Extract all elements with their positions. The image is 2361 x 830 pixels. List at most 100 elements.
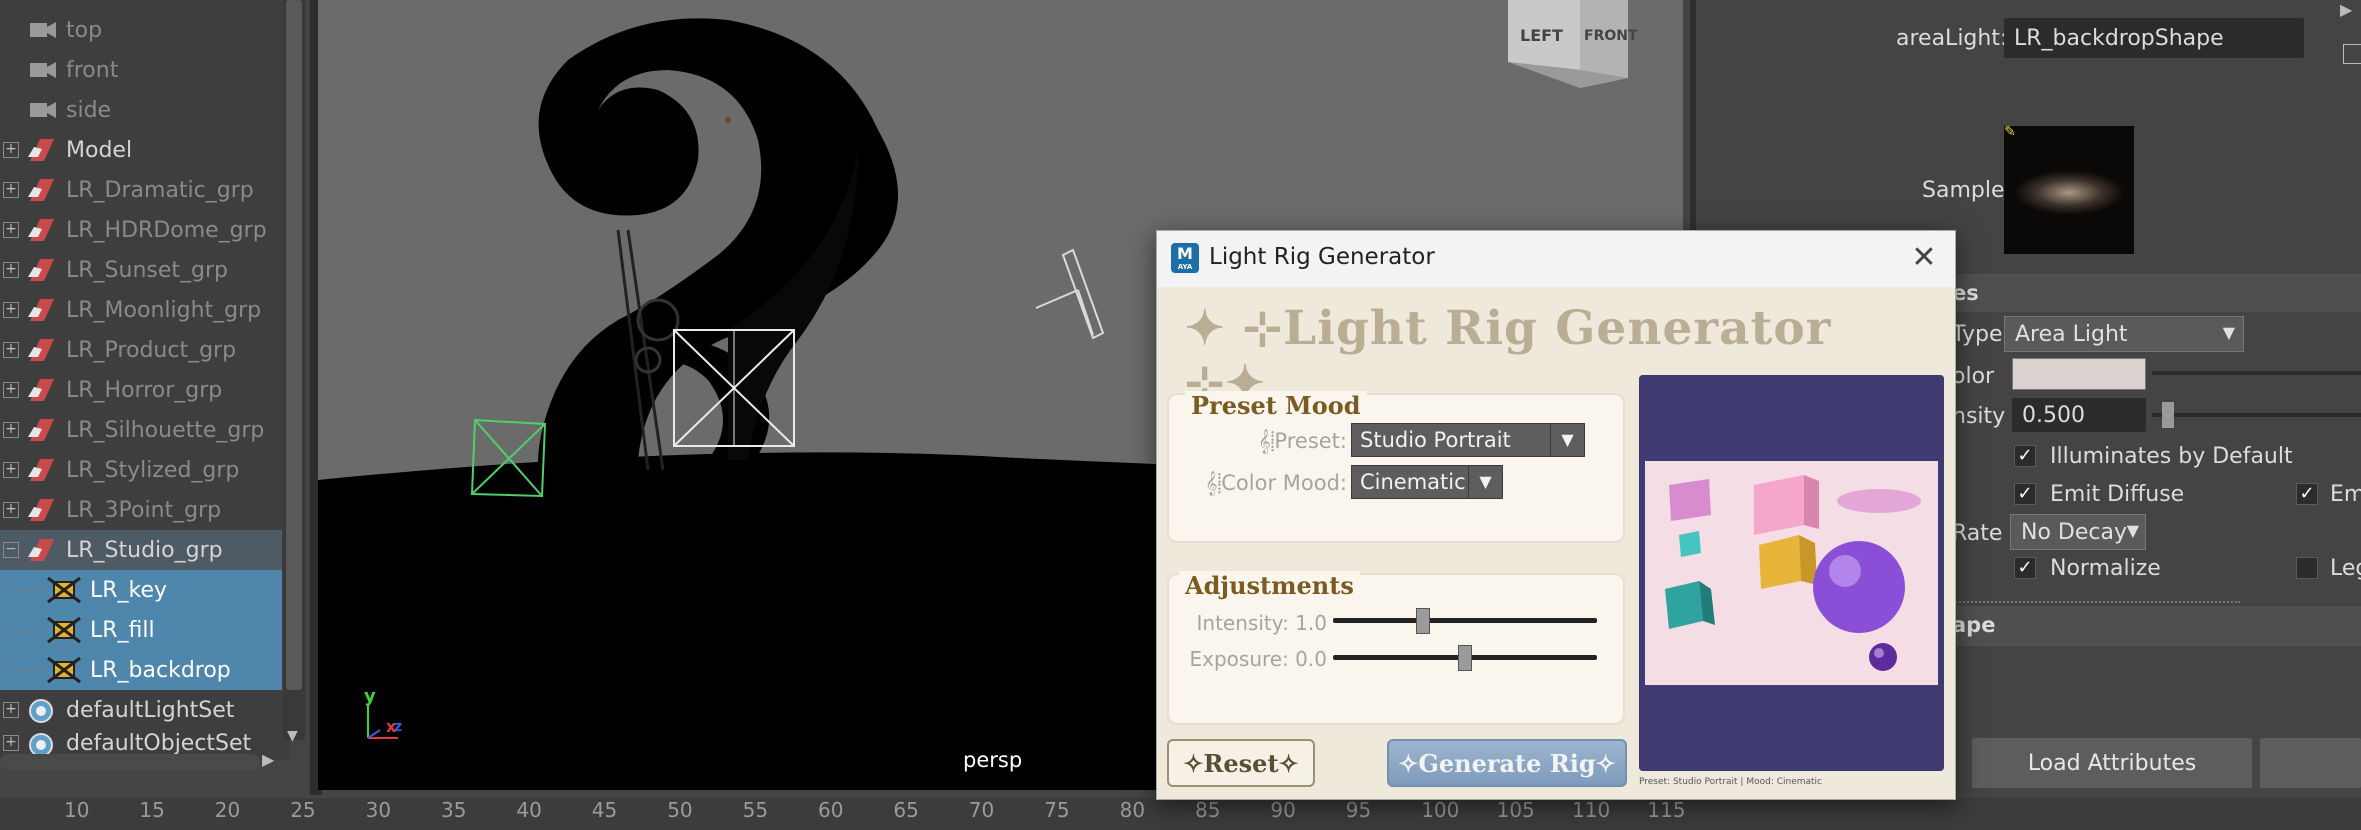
timeline[interactable]: 10 15 20 25 30 35 40 45 50 55 60 65 70 75 80 85 90 95 100 1… (0, 798, 2361, 830)
toggle-box[interactable] (2343, 44, 2361, 64)
outliner-item-lr-key[interactable]: LR_key (0, 570, 282, 610)
timeline-tick-label: 15 (139, 798, 165, 822)
light-type-dropdown[interactable]: Area Light ▼ (2004, 316, 2244, 352)
load-attributes-button[interactable]: Load Attributes (1972, 738, 2252, 788)
expand-icon[interactable]: + (3, 302, 19, 318)
expand-icon[interactable]: + (3, 262, 19, 278)
scroll-right-icon[interactable]: ▶ (262, 750, 274, 769)
light-color-swatch[interactable] (2012, 358, 2146, 390)
light-sample-swatch (2004, 126, 2134, 254)
exposure-slider-thumb[interactable] (1458, 645, 1472, 671)
intensity-label: nsity (1952, 404, 2006, 429)
timeline-tick-label: 25 (290, 798, 316, 822)
copy-tab-button[interactable] (2260, 738, 2361, 788)
outliner-item-side[interactable]: side (0, 90, 282, 130)
outliner-item-label: defaultLightSet (66, 697, 235, 723)
outliner-item-group[interactable]: + LR_Dramatic_grp (0, 170, 282, 210)
preview-image (1639, 375, 1944, 771)
type-label: Type (1952, 322, 2003, 347)
timeline-tick-label: 35 (441, 798, 467, 822)
expand-icon[interactable]: + (3, 382, 19, 398)
emit-diffuse-checkbox[interactable]: ✓ (2014, 483, 2036, 505)
area-light-label: areaLight: (1896, 26, 2008, 51)
timeline-tick-label: 40 (516, 798, 542, 822)
legacy-checkbox[interactable] (2296, 557, 2318, 579)
outliner-item-lr-studio-grp[interactable]: − LR_Studio_grp (0, 530, 282, 570)
expand-icon[interactable]: + (3, 142, 19, 158)
illuminates-checkbox[interactable]: ✓ (2014, 445, 2036, 467)
intensity-field[interactable]: 0.500 (2012, 398, 2146, 432)
color-mood-dropdown[interactable]: Cinematic ▼ (1351, 465, 1503, 499)
color-mood-label: 𝄞⸽Color Mood: (1205, 471, 1347, 495)
intensity-slider-track[interactable] (2152, 413, 2361, 417)
outliner-hscrollbar[interactable] (0, 754, 260, 770)
collapse-icon[interactable]: − (3, 542, 19, 558)
camera-icon (30, 62, 56, 78)
timeline-tick-label: 75 (1044, 798, 1070, 822)
color-slider-track[interactable] (2152, 371, 2361, 375)
expand-icon[interactable]: + (3, 702, 19, 718)
color-label: olor (1952, 364, 1995, 389)
maya-workspace: top front side + Model + LR_Dramatic_grp + LR… (0, 0, 2361, 830)
expand-icon[interactable]: + (3, 462, 19, 478)
outliner-item-lr-backdrop[interactable]: LR_backdrop (0, 650, 282, 690)
expand-icon[interactable]: + (3, 502, 19, 518)
scroll-down-icon[interactable]: ▼ (287, 728, 298, 744)
expand-icon[interactable]: + (3, 222, 19, 238)
group-icon (28, 459, 54, 481)
outliner-item-front[interactable]: front (0, 50, 282, 90)
intensity-slider-thumb[interactable] (2162, 402, 2174, 428)
outliner-item-group[interactable]: + LR_3Point_grp (0, 490, 282, 530)
normalize-label: Normalize (2050, 556, 2161, 581)
preset-dropdown[interactable]: Studio Portrait ▼ (1351, 423, 1585, 457)
tree-line (11, 630, 41, 631)
preview-render (1639, 375, 1944, 771)
legacy-label: Leg (2330, 556, 2361, 581)
section-title: ape (1952, 613, 1996, 637)
group-icon (28, 299, 54, 321)
reset-button[interactable]: ✧Reset✧ (1167, 739, 1315, 787)
scrollbar-thumb[interactable] (286, 0, 302, 690)
emit-specular-checkbox[interactable]: ✓ (2296, 483, 2318, 505)
generate-rig-button[interactable]: ✧Generate Rig✧ (1387, 739, 1627, 787)
outliner-item-label: LR_Silhouette_grp (66, 417, 265, 443)
outliner-item-group[interactable]: + Model (0, 130, 282, 170)
view-cube-left-label[interactable]: LEFT (1520, 26, 1563, 45)
pencil-icon[interactable]: ✎ (2004, 124, 2016, 140)
outliner-scrollbar[interactable]: ▼ (283, 0, 305, 744)
outliner-item-group[interactable]: + LR_Sunset_grp (0, 250, 282, 290)
area-light-name-field[interactable]: LR_backdropShape (2004, 18, 2304, 58)
preset-value: Studio Portrait (1360, 428, 1511, 452)
outliner-item-group[interactable]: + LR_Horror_grp (0, 370, 282, 410)
outliner-item-group[interactable]: + LR_Stylized_grp (0, 450, 282, 490)
emit-diffuse-label: Emit Diffuse (2050, 482, 2185, 507)
outliner-item-group[interactable]: + LR_Product_grp (0, 330, 282, 370)
expand-icon[interactable]: + (3, 342, 19, 358)
outliner-item-default-light-set[interactable]: + defaultLightSet (0, 690, 282, 730)
outliner-item-lr-fill[interactable]: LR_fill (0, 610, 282, 650)
tree-line (11, 590, 41, 591)
outliner-item-group[interactable]: + LR_Silhouette_grp (0, 410, 282, 450)
outliner-item-top[interactable]: top (0, 10, 282, 50)
normalize-checkbox[interactable]: ✓ (2014, 557, 2036, 579)
close-icon[interactable]: ✕ (1907, 241, 1941, 275)
decay-rate-dropdown[interactable]: No Decay ▼ (2010, 514, 2146, 550)
group-icon (28, 499, 54, 521)
outliner-item-group[interactable]: + LR_HDRDome_grp (0, 210, 282, 250)
section-separator (1940, 601, 2240, 603)
expand-icon[interactable]: + (3, 735, 19, 751)
chevron-down-icon: ▼ (1550, 424, 1584, 456)
expand-icon[interactable]: ▶ (2340, 0, 2352, 19)
intensity-slider-track[interactable] (1333, 618, 1597, 623)
chevron-down-icon: ▼ (2222, 323, 2235, 342)
app-badge-sub: AYA (1177, 263, 1193, 271)
illuminates-label: Illuminates by Default (2050, 444, 2293, 469)
outliner-item-group[interactable]: + LR_Moonlight_grp (0, 290, 282, 330)
intensity-slider-thumb[interactable] (1415, 608, 1430, 634)
axis-z-label: z (394, 719, 403, 735)
sample-label: Sample (1922, 178, 2005, 203)
view-cube-front-label[interactable]: FRONT (1584, 28, 1638, 44)
timeline-tick-label: 90 (1270, 798, 1296, 822)
expand-icon[interactable]: + (3, 422, 19, 438)
expand-icon[interactable]: + (3, 182, 19, 198)
